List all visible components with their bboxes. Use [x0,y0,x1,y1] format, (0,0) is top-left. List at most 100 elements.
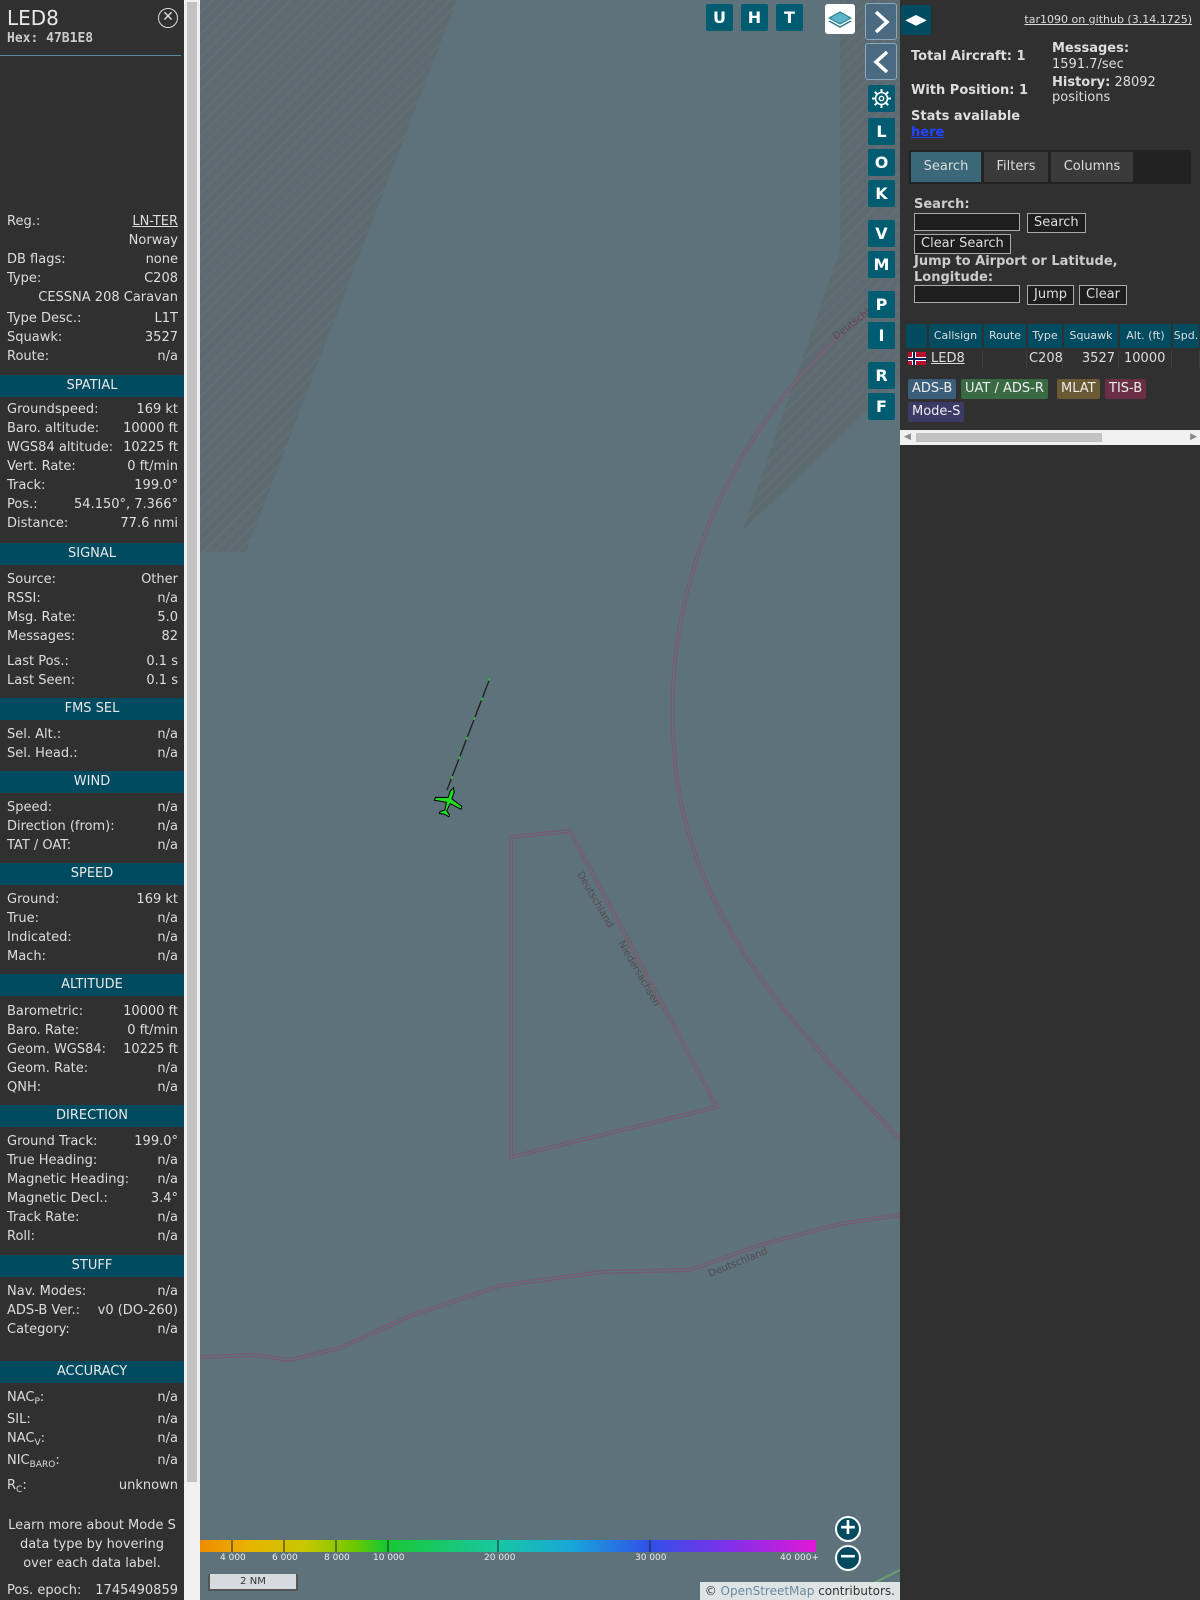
info-scrollbar-thumb[interactable] [187,2,197,1482]
info-row: Baro. Rate: 0 ft/min [7,1022,178,1040]
jump-button[interactable]: Jump [1027,285,1074,305]
toggle-v-button[interactable]: V [868,220,895,247]
info-value[interactable]: LN-TER [132,213,178,231]
toggle-k-button[interactable]: K [868,180,895,207]
sidebar-toggle-button[interactable]: ◀▶ [901,5,931,35]
info-key-main: NAC [7,1431,35,1446]
column-header-alt[interactable]: Alt. (ft) [1120,324,1172,348]
info-value: 77.6 nmi [120,516,178,531]
clear-button[interactable]: Clear [1079,285,1127,305]
info-value: 169 kt [136,402,178,417]
scale-bar: 2 NM [208,1574,298,1591]
stats-link[interactable]: here [911,125,944,140]
info-row: Ground: 169 kt [7,891,178,909]
column-header-route[interactable]: Route [984,324,1027,348]
map[interactable]: Deutschland Niedersachsen Deutschland De… [200,0,900,1600]
info-key: NICBARO: [7,1453,60,1470]
info-key: Magnetic Decl.: [7,1191,108,1206]
row-type: C208 [1028,350,1063,368]
info-value: n/a [157,727,178,742]
info-row: True: n/a [7,910,178,928]
section-wind: WIND [0,771,184,793]
next-aircraft-button[interactable] [865,3,897,40]
section-accuracy: ACCURACY [0,1361,184,1383]
info-row: Speed: n/a [7,799,178,817]
info-row: Sel. Alt.: n/a [7,726,178,744]
info-scrollbar[interactable] [184,0,200,1600]
info-value: 199.0° [134,1134,178,1149]
toggle-h-button[interactable]: H [741,4,768,31]
info-row: Roll: n/a [7,1228,178,1246]
column-header-spd[interactable]: Spd. [1173,324,1200,348]
scroll-left-icon[interactable]: ◀ [904,432,911,442]
sidebar: ◀▶ tar1090 on github (3.14.1725) Total A… [900,0,1200,1600]
osm-link[interactable]: OpenStreetMap [721,1584,815,1598]
clear-search-button[interactable]: Clear Search [914,234,1011,254]
section-direction: DIRECTION [0,1105,184,1127]
jump-input[interactable] [914,285,1020,303]
info-value: 82 [161,629,178,644]
info-note: Learn more about Mode S data type by hov… [8,1518,176,1571]
info-key: Category: [7,1322,70,1337]
info-value: v0 (DO-260) [97,1303,178,1318]
legend-modes: Mode-S [908,402,965,422]
info-key: True: [7,911,39,926]
close-icon[interactable]: ✕ [158,8,178,28]
attrib-suffix: contributors. [814,1584,895,1598]
column-header-callsign[interactable]: Callsign [929,324,983,348]
toggle-f-button[interactable]: F [868,393,895,420]
toggle-p-button[interactable]: P [868,291,895,318]
colorbar-label: 8 000 [324,1553,350,1563]
info-value: C208 [144,271,178,286]
tab-columns[interactable]: Columns [1051,152,1133,182]
info-row: Route: n/a [7,348,178,366]
info-key: Messages: [7,629,76,644]
colorbar-label: 4 000 [220,1553,246,1563]
row-callsign[interactable]: LED8 [929,350,983,368]
section-speed: SPEED [0,863,184,885]
section-fms: FMS SEL [0,698,184,720]
column-header-squawk[interactable]: Squawk [1064,324,1119,348]
search-button[interactable]: Search [1027,213,1086,233]
github-link[interactable]: tar1090 on github (3.14.1725) [1024,13,1192,26]
toggle-m-button[interactable]: M [868,251,895,278]
zoom-in-button[interactable]: + [835,1516,861,1542]
toggle-u-button[interactable]: U [706,4,733,31]
toggle-t-button[interactable]: T [776,4,803,31]
info-value: n/a [157,1210,178,1225]
scroll-right-icon[interactable]: ▶ [1190,432,1197,442]
info-key: Groundspeed: [7,402,99,417]
toggle-o-button[interactable]: O [868,149,895,176]
column-header-type[interactable]: Type [1028,324,1063,348]
info-key-main: NAC [7,1390,35,1405]
info-row: Source: Other [7,571,178,589]
info-value: n/a [157,1322,178,1337]
info-row: Pos. epoch: 1745490859 [7,1582,178,1600]
row-route [984,350,1027,368]
tab-filters[interactable]: Filters [984,152,1048,182]
info-key: Baro. Rate: [7,1023,80,1038]
aircraft-icon [433,786,463,818]
info-key: Type: [7,271,42,286]
row-spd [1173,350,1200,368]
info-value: n/a [157,1080,178,1095]
toggle-i-button[interactable]: I [868,322,895,349]
column-header-flag[interactable] [906,324,928,348]
jump-label: Jump to Airport or Latitude, Longitude: [914,254,1118,285]
prev-aircraft-button[interactable] [865,43,897,80]
info-row: Reg.: LN-TER [7,213,178,231]
table-horizontal-scrollbar[interactable]: ◀ ▶ [900,430,1200,445]
info-value: CESSNA 208 Caravan [38,290,178,305]
zoom-out-button[interactable]: − [835,1545,861,1571]
table-scrollbar-thumb[interactable] [916,433,1102,442]
settings-button[interactable] [868,85,895,112]
info-value: 0 ft/min [127,459,178,474]
search-input[interactable] [914,213,1020,231]
info-key: Speed: [7,800,53,815]
layers-button[interactable] [825,4,855,34]
info-key: Distance: [7,516,69,531]
tab-search[interactable]: Search [911,152,981,182]
info-row: CESSNA 208 Caravan [7,289,178,307]
toggle-l-button[interactable]: L [868,118,895,145]
toggle-r-button[interactable]: R [868,362,895,389]
